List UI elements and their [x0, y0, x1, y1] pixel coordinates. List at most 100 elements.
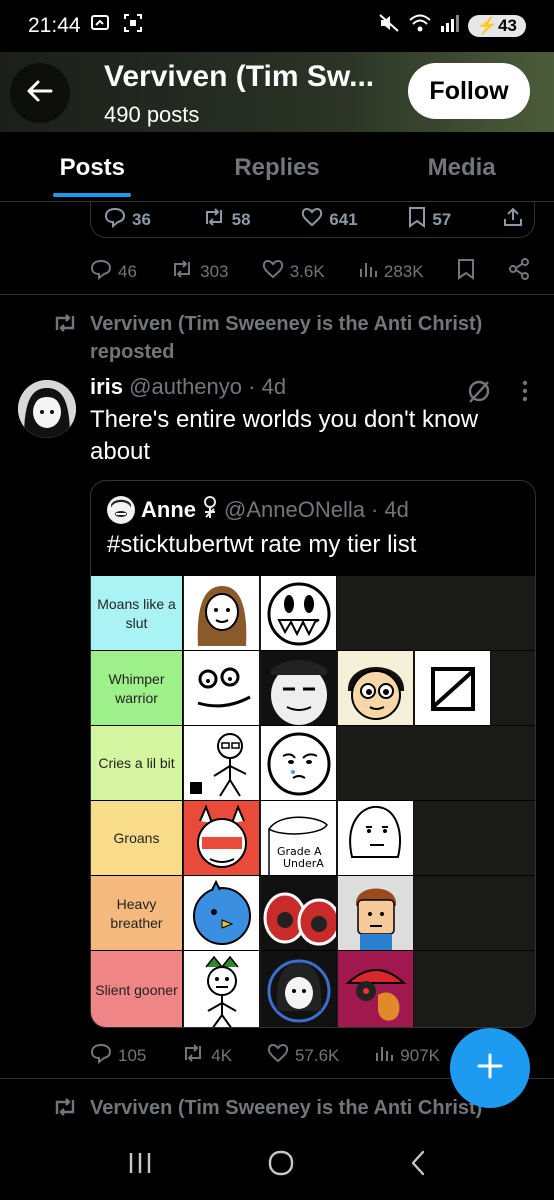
home-icon[interactable] — [266, 1148, 296, 1183]
tier-character — [184, 651, 260, 726]
views-action[interactable]: 283K — [358, 259, 424, 284]
tier-label: Slient gooner — [91, 951, 183, 1027]
tier-label: Moans like a slut — [91, 576, 183, 651]
tier-character — [261, 726, 337, 801]
post-time: · 4d — [248, 374, 287, 399]
quoted-author: Anne — [141, 497, 196, 522]
more-options-icon[interactable] — [520, 378, 530, 409]
reply-action[interactable]: 36 — [104, 206, 151, 233]
tier-character — [261, 876, 337, 951]
status-bar: 21:44 ⚡43 — [0, 0, 554, 52]
system-nav-bar — [0, 1130, 554, 1200]
tier-label: Whimper warrior — [91, 651, 183, 726]
screenshot-icon — [123, 13, 143, 39]
repost-action[interactable]: 303 — [170, 258, 229, 285]
reply-action[interactable]: 46 — [90, 258, 137, 285]
tier-row: Slient gooner — [91, 950, 535, 1027]
bookmark-icon — [408, 206, 426, 233]
repost-icon — [202, 206, 226, 233]
author-name[interactable]: iris — [90, 374, 123, 399]
views-icon — [374, 1043, 394, 1068]
gender-symbol-icon — [202, 495, 218, 525]
heart-icon — [267, 1043, 289, 1068]
tab-media[interactable]: Media — [369, 132, 554, 201]
tier-row: Heavy breather — [91, 875, 535, 951]
like-action[interactable]: 641 — [301, 207, 358, 232]
tier-row: Cries a lil bit — [91, 725, 535, 801]
tier-character — [184, 951, 260, 1027]
repost-indicator[interactable]: Verviven (Tim Sweeney is the Anti Christ… — [52, 310, 532, 366]
tab-posts[interactable]: Posts — [0, 132, 185, 201]
tier-character — [184, 801, 260, 876]
profile-tabs: Posts Replies Media — [0, 132, 554, 202]
wifi-icon — [408, 13, 432, 39]
share-icon[interactable] — [502, 206, 524, 233]
tier-character — [184, 876, 260, 951]
tier-label: Groans — [91, 801, 183, 876]
tier-character — [338, 876, 414, 951]
recent-apps-icon[interactable] — [126, 1150, 154, 1181]
bookmark-icon[interactable] — [457, 258, 475, 285]
tier-character — [261, 576, 337, 651]
tier-character — [415, 651, 491, 726]
profile-title: Verviven (Tim Sw... — [104, 60, 375, 93]
repost-icon — [181, 1042, 205, 1069]
tier-list-image[interactable]: Moans like a slut Whimper warrior Cries … — [91, 575, 535, 1027]
profile-header: Verviven (Tim Sw... 490 posts Follow — [0, 52, 554, 132]
previous-post-actions: 46 303 3.6K 283K — [90, 258, 530, 285]
mute-icon — [378, 13, 400, 39]
reply-action[interactable]: 105 — [90, 1042, 146, 1069]
post-divider — [0, 294, 554, 295]
tier-row: Whimper warrior — [91, 650, 535, 726]
battery-level: 43 — [498, 16, 517, 35]
compose-post-button[interactable] — [450, 1028, 530, 1108]
views-action[interactable]: 907K — [374, 1043, 440, 1068]
quoted-post[interactable]: Anne @AnneONella · 4d #sticktubertwt rat… — [90, 480, 536, 1028]
quoted-post-header: Anne @AnneONella · 4d — [107, 495, 409, 525]
tier-character — [261, 651, 337, 726]
status-time: 21:44 — [28, 14, 81, 37]
heart-icon — [301, 207, 323, 232]
author-handle[interactable]: @authenyo — [129, 374, 242, 399]
follow-button[interactable]: Follow — [408, 63, 530, 119]
tier-row: Moans like a slut — [91, 575, 535, 651]
reply-icon — [90, 1042, 112, 1069]
tier-character — [338, 651, 414, 726]
battery-indicator: ⚡43 — [467, 15, 526, 37]
tier-character — [261, 951, 337, 1027]
plus-icon — [475, 1051, 505, 1086]
posts-count: 490 posts — [104, 102, 200, 127]
bookmark-action[interactable]: 57 — [408, 206, 451, 233]
repost-icon — [170, 258, 194, 285]
post-actions: 105 4K 57.6K 907K — [90, 1042, 440, 1069]
post-text: There's entire worlds you don't know abo… — [90, 406, 479, 465]
reply-icon — [90, 258, 112, 285]
share-icon[interactable] — [508, 258, 530, 285]
like-action[interactable]: 57.6K — [267, 1043, 339, 1068]
tier-label: Heavy breather — [91, 876, 183, 951]
back-button[interactable] — [10, 63, 70, 123]
views-icon — [358, 259, 378, 284]
notification-icon — [90, 14, 113, 38]
tier-character — [338, 801, 414, 876]
tier-label: Cries a lil bit — [91, 726, 183, 801]
repost-action[interactable]: 4K — [181, 1042, 232, 1069]
avatar[interactable] — [18, 380, 76, 438]
like-action[interactable]: 3.6K — [262, 259, 325, 284]
under-a-text: UnderA — [283, 857, 324, 870]
repost-action[interactable]: 58 — [202, 206, 251, 233]
arrow-left-icon — [25, 76, 55, 111]
tier-character — [184, 576, 260, 651]
next-repost-indicator[interactable]: Verviven (Tim Sweeney is the Anti Christ… — [52, 1094, 532, 1122]
reply-icon — [104, 206, 126, 233]
tier-character: Grade A UnderA — [261, 801, 337, 876]
quoted-avatar — [107, 496, 135, 524]
back-nav-icon[interactable] — [408, 1149, 428, 1182]
quoted-handle: @AnneONella — [224, 497, 365, 522]
tab-replies[interactable]: Replies — [185, 132, 370, 201]
quoted-text: #sticktubertwt rate my tier list — [107, 531, 417, 558]
repost-icon — [52, 312, 78, 342]
tier-character — [184, 726, 260, 801]
previous-quote-actions: 36 58 641 57 — [104, 206, 524, 233]
signal-icon — [440, 14, 460, 38]
